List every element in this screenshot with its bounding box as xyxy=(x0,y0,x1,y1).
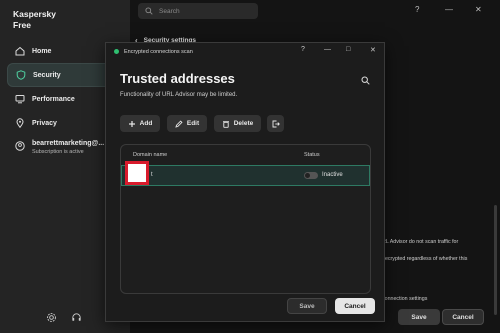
cancel-button[interactable]: Cancel xyxy=(442,309,484,325)
add-button[interactable]: Add xyxy=(120,115,160,132)
search-icon xyxy=(145,7,153,15)
bg-description-line: decrypted regardless of whether this xyxy=(382,256,468,262)
table-row[interactable]: t Inactive xyxy=(121,165,370,186)
close-button[interactable]: ✕ xyxy=(475,5,482,14)
bg-description-line: connection settings xyxy=(382,296,428,302)
status-cell: Inactive xyxy=(322,172,343,178)
status-toggle[interactable] xyxy=(304,172,318,179)
sidebar-item-label: Performance xyxy=(32,95,75,103)
home-icon xyxy=(15,46,25,56)
dialog-minimize-button[interactable]: — xyxy=(324,46,331,53)
sidebar-item-label: Security xyxy=(33,71,61,79)
dialog-window-title: Encrypted connections scan xyxy=(124,48,193,55)
delete-button[interactable]: Delete xyxy=(214,115,261,132)
sidebar-bottom-icons xyxy=(46,312,82,323)
export-icon xyxy=(272,120,280,127)
scrollbar[interactable] xyxy=(494,205,497,315)
sidebar-item-label: Home xyxy=(32,47,52,55)
search-input[interactable]: Search xyxy=(138,3,258,19)
app-title: Kaspersky Free xyxy=(13,9,57,30)
plus-icon xyxy=(128,120,135,127)
monitor-icon xyxy=(15,95,25,104)
pencil-icon xyxy=(175,119,183,128)
save-button[interactable]: Save xyxy=(398,309,440,325)
headset-icon[interactable] xyxy=(71,312,82,323)
export-button[interactable] xyxy=(267,115,284,132)
dialog-titlebar: Encrypted connections scan xyxy=(106,43,384,60)
column-header-status[interactable]: Status xyxy=(304,152,320,158)
shield-icon xyxy=(16,70,26,80)
help-button[interactable]: ? xyxy=(415,5,419,14)
status-dot-icon xyxy=(114,49,119,54)
dialog-help-button[interactable]: ? xyxy=(301,46,305,53)
edit-button[interactable]: Edit xyxy=(167,115,207,132)
user-icon xyxy=(15,141,25,151)
column-header-domain[interactable]: Domain name xyxy=(133,152,167,158)
search-icon[interactable] xyxy=(361,76,370,85)
trash-icon xyxy=(222,120,229,128)
account-info[interactable]: bearrettmarketing@... Subscription is ac… xyxy=(15,140,104,155)
bg-description-line: RL Advisor do not scan traffic for xyxy=(382,239,459,245)
table-header: Domain name Status xyxy=(121,145,370,163)
location-icon xyxy=(16,118,24,128)
redaction-box xyxy=(125,161,149,185)
dialog-close-button[interactable]: ✕ xyxy=(370,46,376,54)
cancel-button[interactable]: Cancel xyxy=(335,298,375,314)
save-button[interactable]: Save xyxy=(287,298,327,314)
account-name: bearrettmarketing@... xyxy=(32,140,105,147)
domain-cell: t xyxy=(151,172,153,178)
sidebar-item-label: Privacy xyxy=(32,119,57,127)
trusted-addresses-table: Domain name Status t Inactive xyxy=(120,144,371,294)
subscription-status: Subscription is active xyxy=(32,149,84,155)
dialog-subtitle: Functionality of URL Advisor may be limi… xyxy=(120,92,238,98)
gear-icon[interactable] xyxy=(46,312,57,323)
dialog-heading: Trusted addresses xyxy=(120,71,235,86)
dialog-maximize-button[interactable]: □ xyxy=(346,46,350,53)
minimize-button[interactable]: — xyxy=(445,5,453,14)
